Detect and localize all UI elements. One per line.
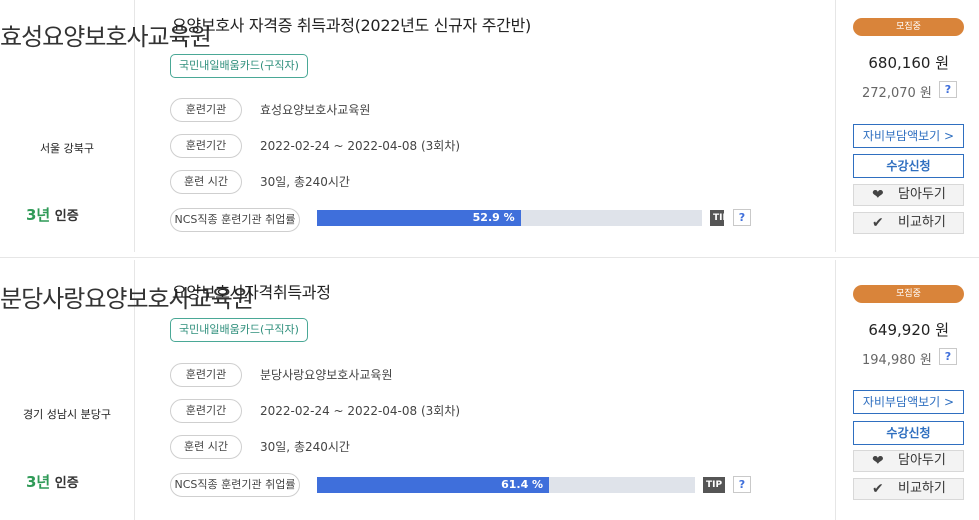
card-type-tag: 국민내일배움카드(구직자) xyxy=(170,318,308,342)
status-badge: 모집중 xyxy=(853,18,964,36)
self-pay-amount: 194,980 원 xyxy=(862,353,932,368)
row-value-hours: 30일, 총240시간 xyxy=(260,440,350,454)
row-value-period: 2022-02-24 ~ 2022-04-08 (3회차) xyxy=(260,139,461,153)
employment-rate-label: NCS직종 훈련기관 취업률 xyxy=(170,208,300,232)
price-help-button[interactable]: ? xyxy=(939,348,957,365)
wish-label: 담아두기 xyxy=(898,187,946,202)
row-label-institution: 훈련기관 xyxy=(170,98,242,122)
cert-years: 3년 xyxy=(26,206,51,224)
heart-icon: ❤ xyxy=(872,453,884,469)
price-help-button[interactable]: ? xyxy=(939,81,957,98)
column-divider xyxy=(835,0,836,252)
row-label-hours: 훈련 시간 xyxy=(170,170,242,194)
cert-text: 인증 xyxy=(50,476,79,491)
status-badge: 모집중 xyxy=(853,285,964,303)
card-type-tag: 국민내일배움카드(구직자) xyxy=(170,54,308,78)
institution-name[interactable]: 분당사랑요양보호사교육원 xyxy=(0,280,254,318)
help-button[interactable]: ? xyxy=(733,209,751,226)
check-icon: ✔ xyxy=(872,215,884,231)
row-label-hours: 훈련 시간 xyxy=(170,435,242,459)
row-value-period: 2022-02-24 ~ 2022-04-08 (3회차) xyxy=(260,404,461,418)
row-value-institution: 분당사랑요양보호사교육원 xyxy=(260,368,393,382)
compare-button[interactable]: ✔ 비교하기 xyxy=(853,478,964,500)
course-title[interactable]: 요양보호사자격취득과정 xyxy=(172,279,331,303)
employment-rate-bar: 52.9 % xyxy=(317,210,702,226)
tip-badge[interactable]: TIP xyxy=(710,210,724,226)
certification-badge: 3년 인증 xyxy=(26,471,79,492)
cert-text: 인증 xyxy=(50,209,79,224)
region-label: 서울 강북구 xyxy=(39,142,95,155)
check-icon: ✔ xyxy=(872,481,884,497)
employment-rate-fill: 61.4 % xyxy=(317,477,550,493)
row-value-institution: 효성요양보호사교육원 xyxy=(260,103,371,117)
cert-years: 3년 xyxy=(26,473,51,491)
heart-icon: ❤ xyxy=(872,187,884,203)
compare-label: 비교하기 xyxy=(898,481,946,496)
employment-rate-value: 52.9 % xyxy=(472,211,515,224)
employment-rate-bar: 61.4 % xyxy=(317,477,695,493)
self-pay-amount: 272,070 원 xyxy=(862,86,932,101)
help-button[interactable]: ? xyxy=(733,476,751,493)
course-card: 분당사랑요양보호사교육원 경기 성남시 분당구 3년 인증 요양보호사자격취득과… xyxy=(0,260,979,520)
wish-button[interactable]: ❤ 담아두기 xyxy=(853,450,964,472)
course-divider xyxy=(0,257,979,258)
compare-label: 비교하기 xyxy=(898,215,946,230)
self-pay-button[interactable]: 자비부담액보기 > xyxy=(853,390,964,414)
wish-button[interactable]: ❤ 담아두기 xyxy=(853,184,964,206)
wish-label: 담아두기 xyxy=(898,453,946,468)
row-label-period: 훈련기간 xyxy=(170,399,242,423)
employment-rate-fill: 52.9 % xyxy=(317,210,521,226)
course-price: 680,160 원 xyxy=(868,54,949,72)
employment-rate-label: NCS직종 훈련기관 취업률 xyxy=(170,473,300,497)
certification-badge: 3년 인증 xyxy=(26,204,79,225)
course-title[interactable]: 요양보호사 자격증 취득과정(2022년도 신규자 주간반) xyxy=(172,12,531,36)
tip-badge[interactable]: TIP xyxy=(703,477,726,493)
row-label-institution: 훈련기관 xyxy=(170,363,242,387)
compare-button[interactable]: ✔ 비교하기 xyxy=(853,212,964,234)
row-label-period: 훈련기간 xyxy=(170,134,242,158)
column-divider xyxy=(835,260,836,520)
apply-button[interactable]: 수강신청 xyxy=(853,154,964,178)
row-value-hours: 30일, 총240시간 xyxy=(260,175,350,189)
course-price: 649,920 원 xyxy=(868,321,949,339)
institution-name[interactable]: 효성요양보호사교육원 xyxy=(0,18,212,56)
region-label: 경기 성남시 분당구 xyxy=(23,408,111,421)
self-pay-button[interactable]: 자비부담액보기 > xyxy=(853,124,964,148)
apply-button[interactable]: 수강신청 xyxy=(853,421,964,445)
course-card: 효성요양보호사교육원 서울 강북구 3년 인증 요양보호사 자격증 취득과정(2… xyxy=(0,0,979,252)
employment-rate-value: 61.4 % xyxy=(501,478,544,491)
